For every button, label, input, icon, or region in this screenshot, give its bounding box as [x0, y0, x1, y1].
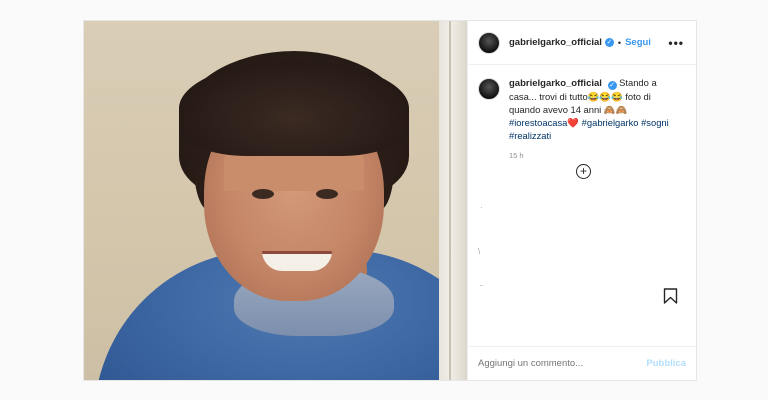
hashtag-link[interactable]: #realizzati [509, 130, 551, 141]
author-username[interactable]: gabrielgarko_official [509, 37, 602, 48]
instagram-post-card: gabrielgarko_official ✓ • Segui ••• gabr… [83, 20, 697, 381]
faint-mark: \ [478, 247, 481, 256]
publish-button[interactable]: Pubblica [646, 358, 686, 369]
verified-badge-icon: ✓ [604, 38, 614, 47]
post-header: gabrielgarko_official ✓ • Segui ••• [468, 21, 696, 65]
more-options-icon[interactable]: ••• [668, 36, 684, 50]
faint-mark: · [480, 203, 483, 212]
faint-mark: ‾ [480, 285, 483, 294]
comment-footer: Pubblica [468, 346, 696, 380]
hashtag-link[interactable]: #gabrielgarko [582, 117, 639, 128]
heart-emoji: ❤️ [567, 117, 580, 128]
follow-button[interactable]: Segui [625, 37, 651, 48]
avatar[interactable] [478, 78, 500, 100]
load-more-comments-icon[interactable]: + [576, 164, 591, 179]
hashtag-link[interactable]: #sogni [641, 117, 669, 128]
post-timestamp[interactable]: 15 h [509, 149, 684, 162]
hashtag-link[interactable]: #iorestoacasa [509, 117, 567, 128]
caption-text-block: gabrielgarko_official ✓ Stando a casa...… [509, 76, 684, 162]
caption-comment: gabrielgarko_official ✓ Stando a casa...… [468, 65, 696, 162]
separator-dot: • [617, 37, 622, 48]
avatar[interactable] [478, 31, 500, 54]
post-photo[interactable] [84, 21, 467, 380]
caption-username[interactable]: gabrielgarko_official [509, 78, 602, 89]
bookmark-icon[interactable] [663, 288, 678, 304]
add-comment-input[interactable] [478, 358, 647, 369]
verified-badge-icon: ✓ [607, 81, 617, 90]
post-side-panel: gabrielgarko_official ✓ • Segui ••• gabr… [467, 21, 696, 380]
